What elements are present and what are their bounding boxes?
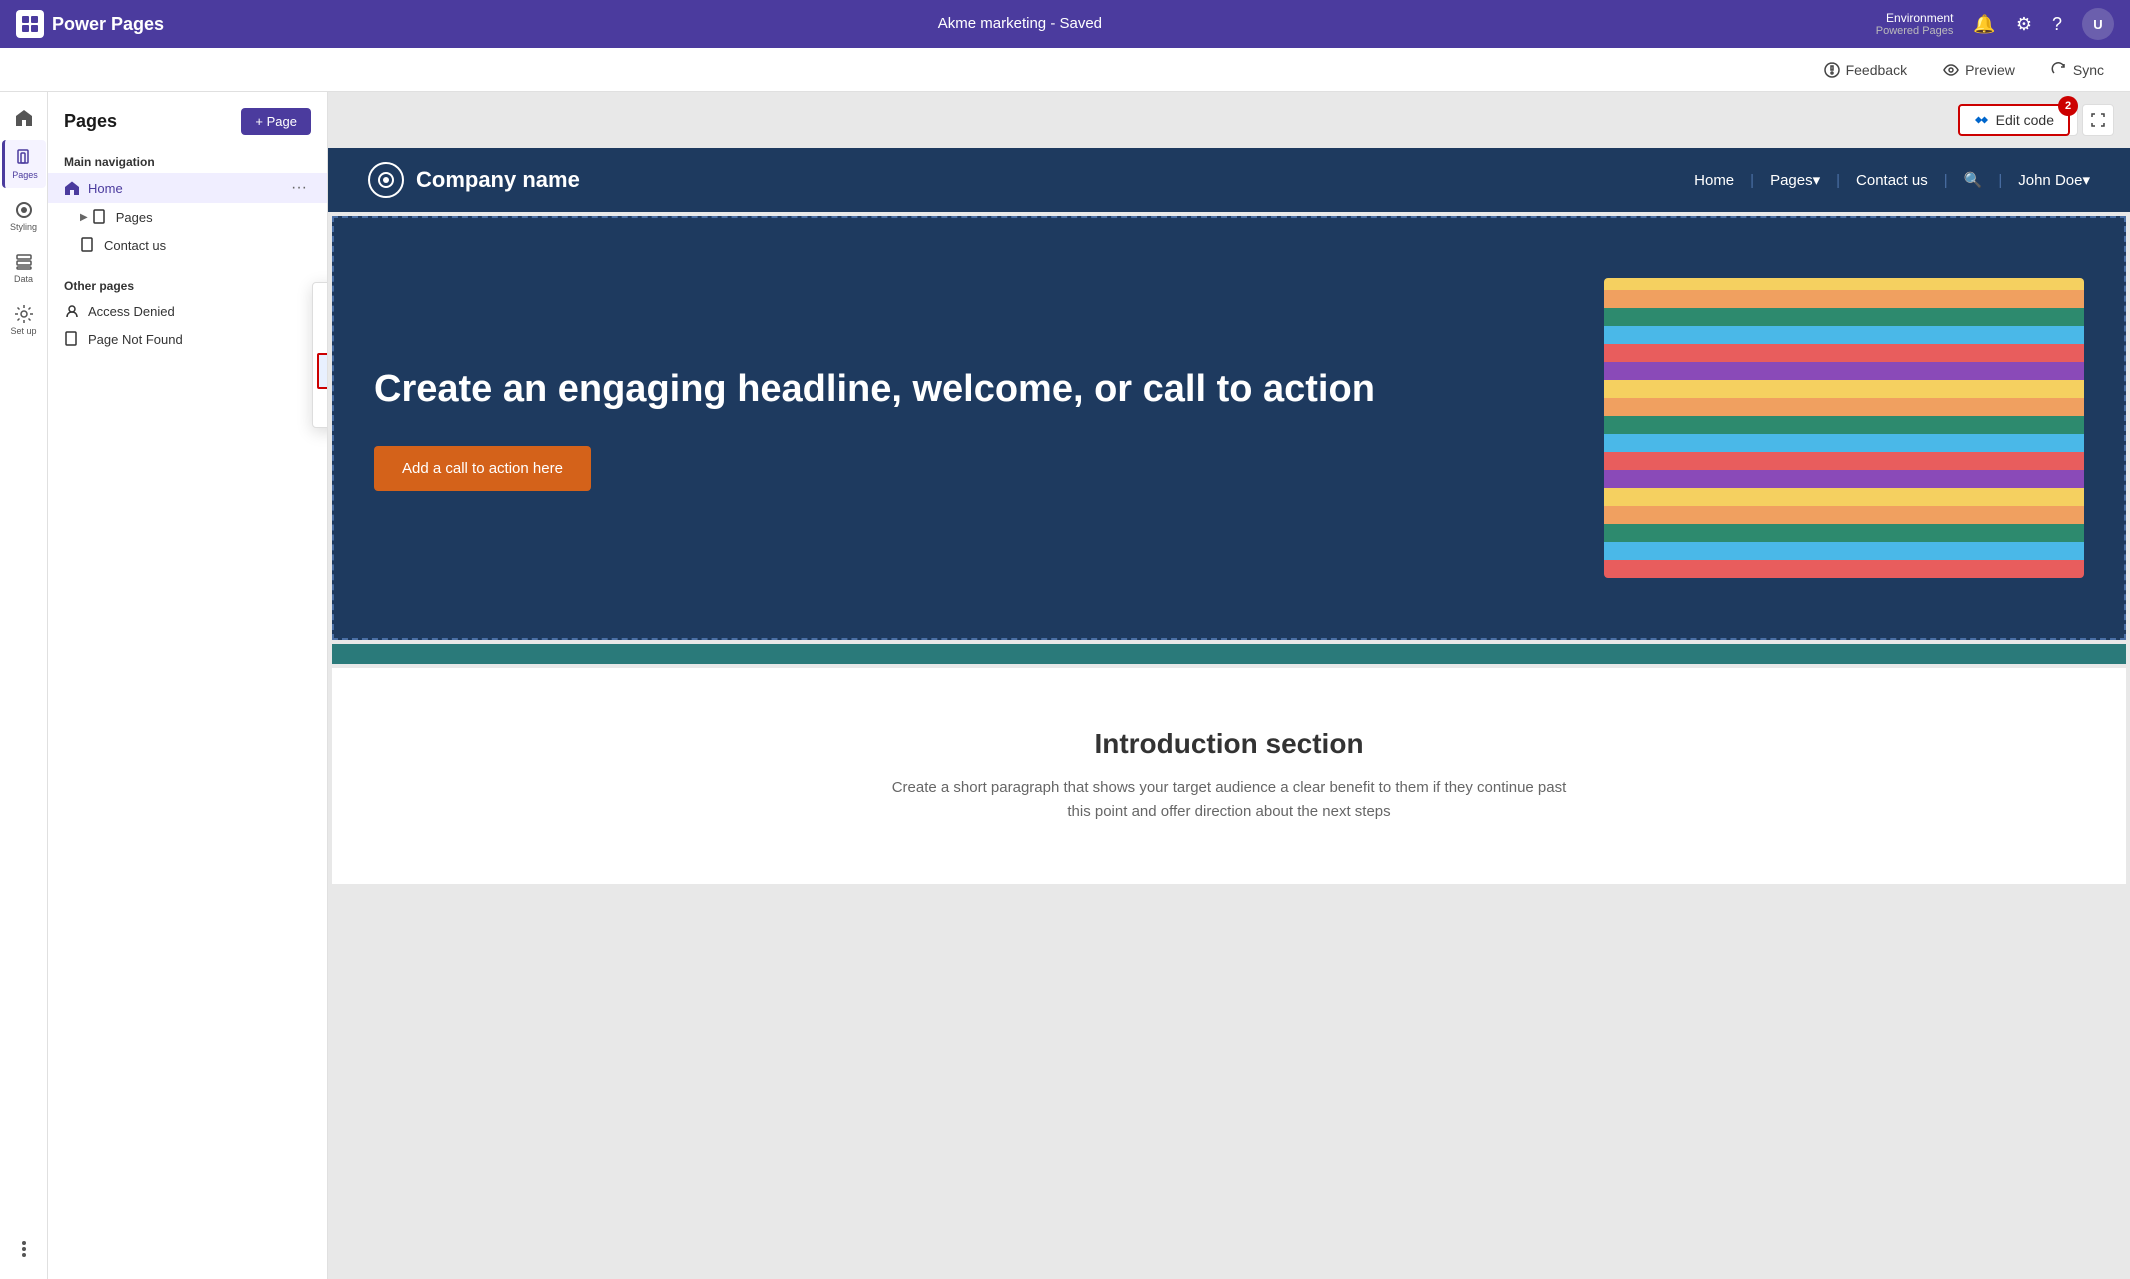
sidebar-item-setup[interactable]: Set up: [2, 296, 46, 344]
notification-icon[interactable]: 🔔: [1973, 14, 1995, 35]
topbar-right: Environment Powered Pages 🔔 ⚙ ? U: [1876, 8, 2114, 40]
data-icon: [14, 252, 34, 272]
sidebar-item-data[interactable]: Data: [2, 244, 46, 292]
app-name: Power Pages: [52, 14, 164, 35]
site-company-name: Company name: [416, 167, 580, 193]
contact-nav-label: Contact us: [104, 238, 166, 253]
site-intro-section: Introduction section Create a short para…: [332, 668, 2126, 884]
intro-section-title: Introduction section: [372, 728, 2086, 760]
site-logo-icon: [376, 170, 396, 190]
edit-code-bar: Edit code 2: [1958, 104, 2070, 136]
fullscreen-button[interactable]: [2082, 104, 2114, 136]
sidebar-styling-label: Styling: [10, 222, 37, 232]
help-icon[interactable]: ?: [2052, 14, 2062, 35]
intro-section-body: Create a short paragraph that shows your…: [879, 776, 1579, 824]
pages-icon: [15, 148, 35, 168]
main-layout: Pages Styling Data Set up: [0, 92, 2130, 1279]
nav-item-access-denied[interactable]: Access Denied: [48, 297, 327, 325]
feedback-label: Feedback: [1846, 62, 1907, 78]
home-item-menu[interactable]: ···: [287, 179, 311, 197]
sync-label: Sync: [2073, 62, 2104, 78]
sync-icon: [2051, 62, 2067, 78]
content-area: Edit code 2: [328, 92, 2130, 1279]
pages-nav-label: Pages: [116, 210, 153, 225]
pages-panel-title: Pages: [64, 111, 117, 132]
user-avatar[interactable]: U: [2082, 8, 2114, 40]
home-nav-icon: [64, 180, 80, 196]
nav-item-contact[interactable]: Contact us: [48, 231, 327, 259]
edit-code-button[interactable]: Edit code 2: [1958, 104, 2070, 136]
pages-chevron-icon: ▶: [80, 212, 88, 223]
edit-code-badge: 2: [2058, 96, 2078, 116]
site-hero-text: Create an engaging headline, welcome, or…: [374, 365, 1564, 491]
setup-icon: [14, 304, 34, 324]
home-nav-label: Home: [88, 181, 123, 196]
feedback-button[interactable]: Feedback: [1814, 58, 1917, 82]
sidebar-item-pages[interactable]: Pages: [2, 140, 46, 188]
site-nav-links: Home | Pages▾ | Contact us | 🔍 | John Do…: [1694, 171, 2090, 189]
sidebar-setup-label: Set up: [10, 326, 36, 336]
feedback-icon: [1824, 62, 1840, 78]
settings-icon[interactable]: ⚙: [2016, 14, 2032, 35]
preview-label: Preview: [1965, 62, 2015, 78]
sidebar-more-button[interactable]: [2, 1231, 46, 1267]
site-save-status: Akme marketing - Saved: [938, 15, 1102, 32]
site-teal-bar: [332, 644, 2126, 664]
secondbar: Feedback Preview Sync: [0, 48, 2130, 92]
site-hero-cta-button[interactable]: Add a call to action here: [374, 446, 591, 491]
fullscreen-icon: [2091, 113, 2105, 127]
nav-user-link[interactable]: John Doe▾: [2018, 171, 2090, 189]
add-page-button[interactable]: + Page: [241, 108, 311, 135]
context-menu: Add a new subpage Page settings 1 Edit c…: [312, 282, 328, 428]
preview-button[interactable]: Preview: [1933, 58, 2025, 82]
site-hero: Create an engaging headline, welcome, or…: [332, 216, 2126, 640]
vscode-icon: [1974, 112, 1990, 128]
logo-icon: [16, 10, 44, 38]
contact-page-icon: [80, 237, 96, 253]
pages-panel: Pages + Page Main navigation Home ··· ▶ …: [48, 92, 328, 1279]
more-icon: [14, 1239, 34, 1259]
site-logo-circle: [368, 162, 404, 198]
preview-icon: [1943, 62, 1959, 78]
sidebar-data-label: Data: [14, 274, 33, 284]
context-duplicate[interactable]: Duplicate: [313, 391, 328, 423]
nav-link-contact[interactable]: Contact us: [1856, 172, 1928, 189]
site-logo: Company name: [368, 162, 580, 198]
nav-item-home[interactable]: Home ···: [48, 173, 327, 203]
access-denied-label: Access Denied: [88, 304, 175, 319]
nav-link-home[interactable]: Home: [1694, 172, 1734, 189]
home-icon: [14, 108, 34, 128]
page-not-found-icon: [64, 331, 80, 347]
context-add-subpage[interactable]: Add a new subpage: [313, 287, 328, 319]
other-pages-title: Other pages: [48, 271, 327, 297]
site-hero-headline: Create an engaging headline, welcome, or…: [374, 365, 1564, 414]
topbar: Power Pages Akme marketing - Saved Envir…: [0, 0, 2130, 48]
site-hero-image: [1604, 278, 2084, 578]
icon-sidebar: Pages Styling Data Set up: [0, 92, 48, 1279]
hero-image-graphic: [1604, 278, 2084, 578]
page-icon: [92, 209, 108, 225]
sidebar-pages-label: Pages: [12, 170, 38, 180]
context-edit-code[interactable]: Edit code: [317, 353, 328, 389]
access-denied-icon: [64, 303, 80, 319]
secondbar-actions: Feedback Preview Sync: [1814, 58, 2114, 82]
nav-item-pages[interactable]: ▶ Pages: [48, 203, 327, 231]
styling-icon: [14, 200, 34, 220]
sidebar-bottom: [2, 1231, 46, 1279]
site-nav: Company name Home | Pages▾ | Contact us …: [328, 148, 2130, 212]
context-page-settings[interactable]: Page settings 1: [313, 319, 328, 351]
nav-search-icon[interactable]: 🔍: [1964, 171, 1983, 189]
environment-info: Environment Powered Pages: [1876, 11, 1954, 37]
website-preview: Company name Home | Pages▾ | Contact us …: [328, 148, 2130, 1279]
sidebar-item-home[interactable]: [2, 100, 46, 136]
nav-item-page-not-found[interactable]: Page Not Found: [48, 325, 327, 353]
sync-button[interactable]: Sync: [2041, 58, 2114, 82]
nav-link-pages[interactable]: Pages▾: [1770, 171, 1820, 189]
app-logo: Power Pages: [16, 10, 164, 38]
page-not-found-label: Page Not Found: [88, 332, 183, 347]
main-nav-title: Main navigation: [48, 147, 327, 173]
pages-panel-header: Pages + Page: [48, 104, 327, 147]
sidebar-item-styling[interactable]: Styling: [2, 192, 46, 240]
